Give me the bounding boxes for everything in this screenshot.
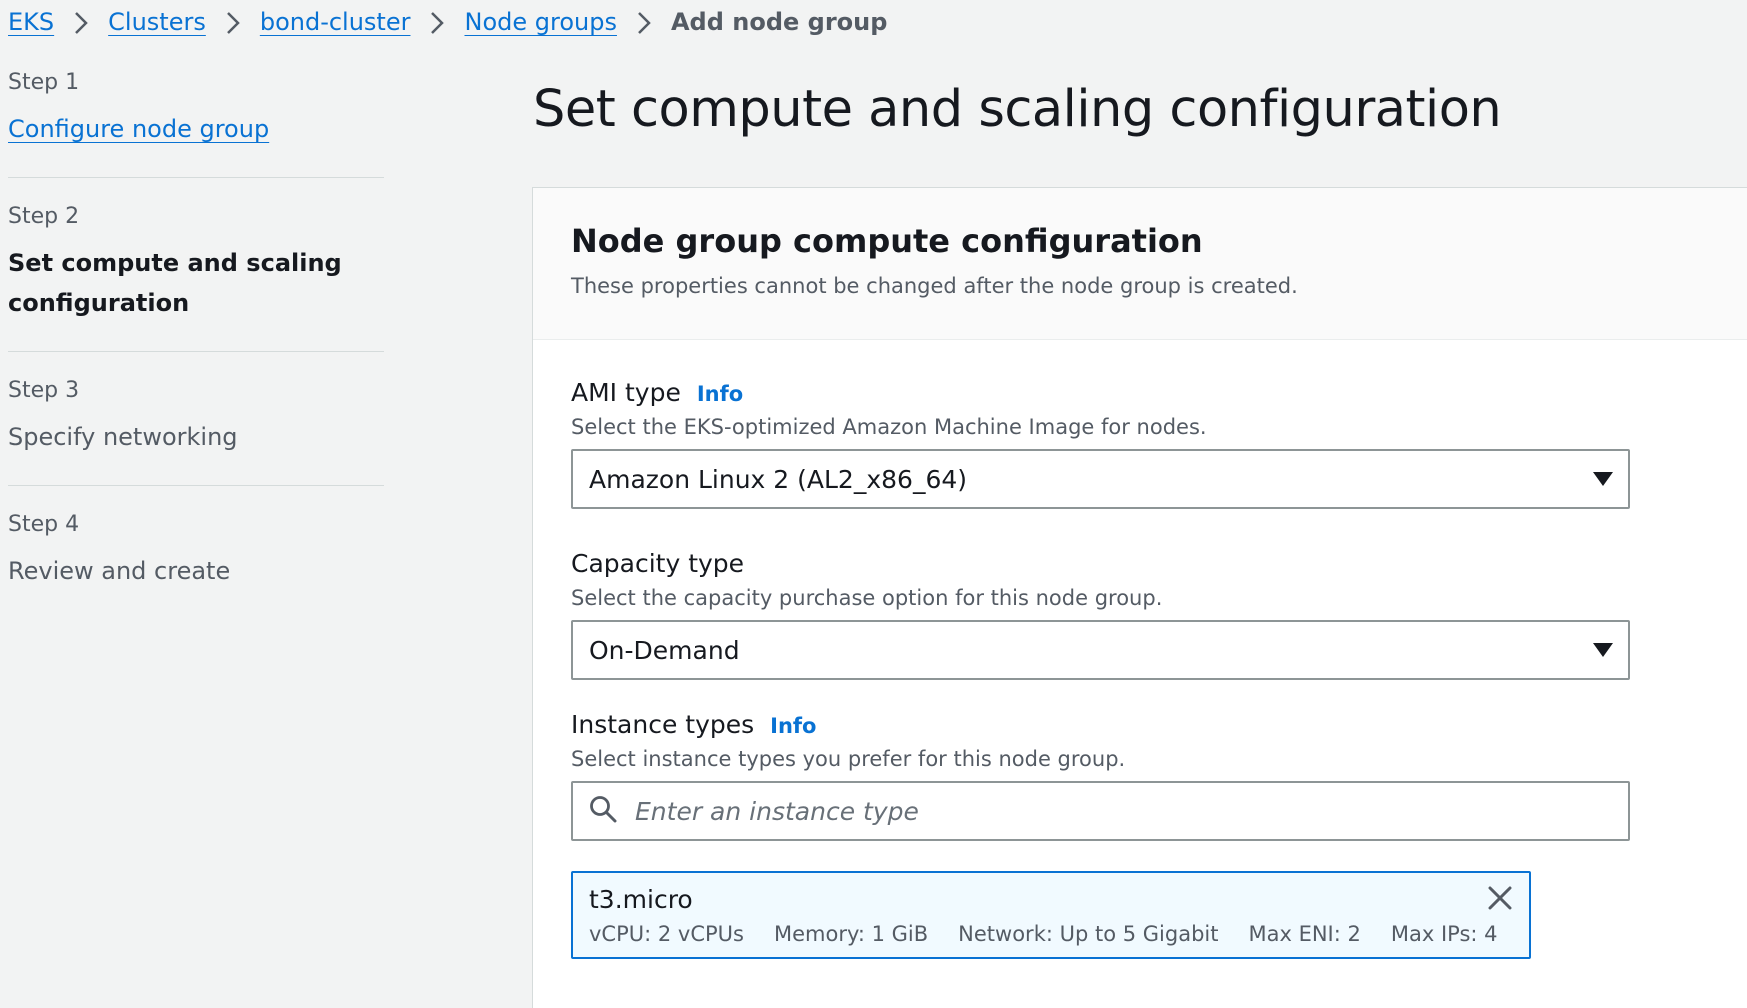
ami-type-info-link[interactable]: Info bbox=[697, 382, 743, 406]
panel-body: AMI type Info Select the EKS-optimized A… bbox=[533, 340, 1747, 959]
chevron-right-icon bbox=[410, 8, 464, 36]
search-icon bbox=[589, 795, 617, 827]
capacity-type-value: On-Demand bbox=[589, 635, 740, 665]
instance-types-info-link[interactable]: Info bbox=[770, 714, 816, 738]
instance-type-search-input[interactable] bbox=[633, 795, 1597, 827]
capacity-type-description: Select the capacity purchase option for … bbox=[571, 586, 1163, 610]
token-tags: vCPU: 2 vCPUs Memory: 1 GiB Network: Up … bbox=[589, 922, 1513, 946]
instance-type-token: t3.micro vCPU: 2 vCPUs Memory: 1 GiB Net… bbox=[571, 871, 1531, 959]
step-3-title: Specify networking bbox=[8, 423, 238, 451]
wizard-step-2: Step 2 Set compute and scaling configura… bbox=[8, 204, 384, 352]
chevron-right-icon bbox=[206, 8, 260, 36]
step-number: Step 1 bbox=[8, 70, 80, 95]
ami-type-value: Amazon Linux 2 (AL2_x86_64) bbox=[589, 464, 968, 494]
token-tag-memory: Memory: 1 GiB bbox=[773, 922, 929, 946]
ami-type-label-row: AMI type Info bbox=[571, 378, 1710, 407]
chevron-right-icon bbox=[617, 8, 671, 36]
breadcrumb-eks-link[interactable]: EKS bbox=[8, 8, 54, 36]
step-number: Step 2 bbox=[8, 204, 80, 229]
page-title: Set compute and scaling configuration bbox=[533, 80, 1502, 139]
instance-types-description: Select instance types you prefer for thi… bbox=[571, 747, 1126, 771]
token-name: t3.micro bbox=[589, 885, 693, 914]
instance-types-label-row: Instance types Info bbox=[571, 710, 1710, 739]
close-icon[interactable] bbox=[1487, 885, 1513, 911]
ami-type-description: Select the EKS-optimized Amazon Machine … bbox=[571, 415, 1207, 439]
wizard-step-1: Step 1 Configure node group bbox=[8, 70, 384, 178]
panel-title: Node group compute configuration bbox=[571, 222, 1203, 260]
step-4-title: Review and create bbox=[8, 557, 231, 585]
instance-types-label: Instance types bbox=[571, 710, 755, 739]
step-number: Step 3 bbox=[8, 378, 80, 403]
step-number: Step 4 bbox=[8, 512, 80, 537]
caret-down-icon bbox=[1592, 642, 1614, 658]
breadcrumb-cluster-link[interactable]: bond-cluster bbox=[260, 8, 411, 36]
breadcrumb-clusters-link[interactable]: Clusters bbox=[108, 8, 206, 36]
token-tag-max-ips: Max IPs: 4 bbox=[1390, 922, 1498, 946]
step-1-link[interactable]: Configure node group bbox=[8, 109, 384, 149]
capacity-type-field: Capacity type Select the capacity purcha… bbox=[571, 549, 1710, 680]
instance-types-field: Instance types Info Select instance type… bbox=[571, 710, 1710, 959]
token-tag-max-eni: Max ENI: 2 bbox=[1248, 922, 1361, 946]
ami-type-field: AMI type Info Select the EKS-optimized A… bbox=[571, 378, 1710, 509]
ami-type-label: AMI type bbox=[571, 378, 681, 407]
compute-config-panel: Node group compute configuration These p… bbox=[532, 187, 1747, 1008]
capacity-type-label: Capacity type bbox=[571, 549, 745, 578]
breadcrumb: EKS Clusters bond-cluster Node groups Ad… bbox=[8, 2, 887, 42]
token-tag-network: Network: Up to 5 Gigabit bbox=[958, 922, 1219, 946]
panel-description: These properties cannot be changed after… bbox=[571, 274, 1298, 298]
capacity-type-select[interactable]: On-Demand bbox=[571, 620, 1630, 680]
wizard-steps: Step 1 Configure node group Step 2 Set c… bbox=[8, 70, 384, 645]
panel-header: Node group compute configuration These p… bbox=[533, 188, 1747, 340]
breadcrumb-node-groups-link[interactable]: Node groups bbox=[464, 8, 616, 36]
wizard-step-4: Step 4 Review and create bbox=[8, 512, 384, 619]
capacity-type-label-row: Capacity type bbox=[571, 549, 1710, 578]
ami-type-select[interactable]: Amazon Linux 2 (AL2_x86_64) bbox=[571, 449, 1630, 509]
chevron-right-icon bbox=[54, 8, 108, 36]
token-tag-vcpu: vCPU: 2 vCPUs bbox=[589, 922, 744, 946]
caret-down-icon bbox=[1592, 471, 1614, 487]
wizard-step-3: Step 3 Specify networking bbox=[8, 378, 384, 486]
step-2-title: Set compute and scaling configuration bbox=[8, 249, 342, 317]
breadcrumb-current: Add node group bbox=[670, 8, 888, 36]
instance-type-search[interactable] bbox=[571, 781, 1630, 841]
